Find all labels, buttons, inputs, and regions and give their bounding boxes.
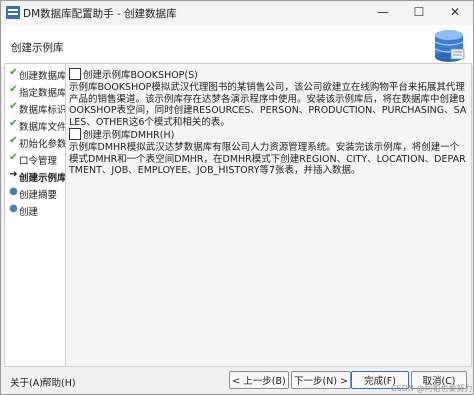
bookshop-checkbox-label[interactable]: 创建示例库BOOKSHOP(S) — [83, 67, 198, 81]
sidebar-item-create[interactable]: ● 创建 — [5, 202, 65, 218]
main-panel: 创建示例库BOOKSHOP(S) 示例库BOOKSHOP模拟武汉代理图书的某销售… — [65, 63, 472, 367]
check-icon: ✔ — [9, 101, 18, 112]
sidebar-item-label: 创建数据库模板 — [19, 71, 66, 82]
sidebar-item-label: 创建 — [19, 207, 39, 218]
about-button[interactable]: 关于(A) — [10, 375, 43, 389]
check-icon: ✔ — [9, 67, 18, 78]
sidebar-item-init-params[interactable]: ✔ 初始化参数 — [5, 134, 65, 150]
sidebar-item-create-sample[interactable]: ➜ 创建示例库 — [5, 168, 65, 184]
sidebar-item-db-directory[interactable]: ✔ 指定数据库目录 — [5, 83, 65, 99]
sidebar-item-label: 初始化参数 — [19, 139, 66, 150]
close-button[interactable]: ✕ — [437, 1, 473, 23]
watermark: CSDN @阿帕也爱努力 — [391, 384, 473, 393]
wizard-steps-sidebar: ✔ 创建数据库模板 ✔ 指定数据库目录 ✔ 数据库标识 ✔ 数据库文件 ✔ 初始… — [4, 63, 66, 367]
help-button[interactable]: 帮助(H) — [42, 375, 76, 389]
sidebar-item-db-identity[interactable]: ✔ 数据库标识 — [5, 100, 65, 116]
page-title: 创建示例库 — [11, 42, 64, 54]
minimize-button[interactable]: — — [365, 1, 401, 23]
sidebar-item-label: 数据库标识 — [19, 105, 66, 116]
title-bar: DM数据库配置助手 - 创建数据库 — ☐ ✕ — [1, 1, 473, 25]
sidebar-item-label: 创建摘要 — [19, 190, 58, 201]
window-title: DM数据库配置助手 - 创建数据库 — [23, 8, 177, 20]
database-icon — [434, 30, 465, 62]
app-icon — [6, 6, 20, 19]
check-icon: ✔ — [9, 118, 18, 129]
sidebar-item-label: 创建示例库 — [19, 173, 66, 184]
bookshop-description: 示例库BOOKSHOP模拟武汉代理图书的某销售公司，该公司欲建立在线购物平台来拓… — [69, 82, 467, 128]
sidebar-item-label: 数据库文件 — [19, 122, 66, 133]
sidebar-item-label: 指定数据库目录 — [19, 88, 66, 99]
next-button[interactable]: 下一步(N) > — [291, 371, 351, 389]
sidebar-item-password[interactable]: ✔ 口令管理 — [5, 151, 65, 167]
page-header: 创建示例库 — [1, 25, 473, 68]
bookshop-checkbox[interactable] — [69, 68, 81, 80]
check-icon: ✔ — [9, 84, 18, 95]
sidebar-item-label: 口令管理 — [19, 156, 58, 167]
dmhr-checkbox[interactable] — [69, 128, 81, 140]
bullet-icon: ● — [9, 186, 18, 197]
maximize-button[interactable]: ☐ — [401, 1, 437, 23]
bullet-icon: ● — [9, 203, 18, 214]
sidebar-item-create-template[interactable]: ✔ 创建数据库模板 — [5, 66, 65, 82]
sidebar-item-db-files[interactable]: ✔ 数据库文件 — [5, 117, 65, 133]
arrow-right-icon: ➜ — [9, 169, 18, 180]
check-icon: ✔ — [9, 152, 18, 163]
wizard-window: DM数据库配置助手 - 创建数据库 — ☐ ✕ 创建示例库 ✔ 创建数据库模板 … — [0, 0, 474, 395]
prev-button[interactable]: < 上一步(B) — [229, 371, 289, 389]
dmhr-description: 示例库DMHR模拟武汉达梦数据库有限公司人力资源管理系统。安装完该示例库，将创建… — [69, 142, 466, 176]
dmhr-checkbox-label[interactable]: 创建示例库DMHR(H) — [83, 127, 174, 141]
sidebar-item-summary[interactable]: ● 创建摘要 — [5, 185, 65, 201]
check-icon: ✔ — [9, 135, 18, 146]
